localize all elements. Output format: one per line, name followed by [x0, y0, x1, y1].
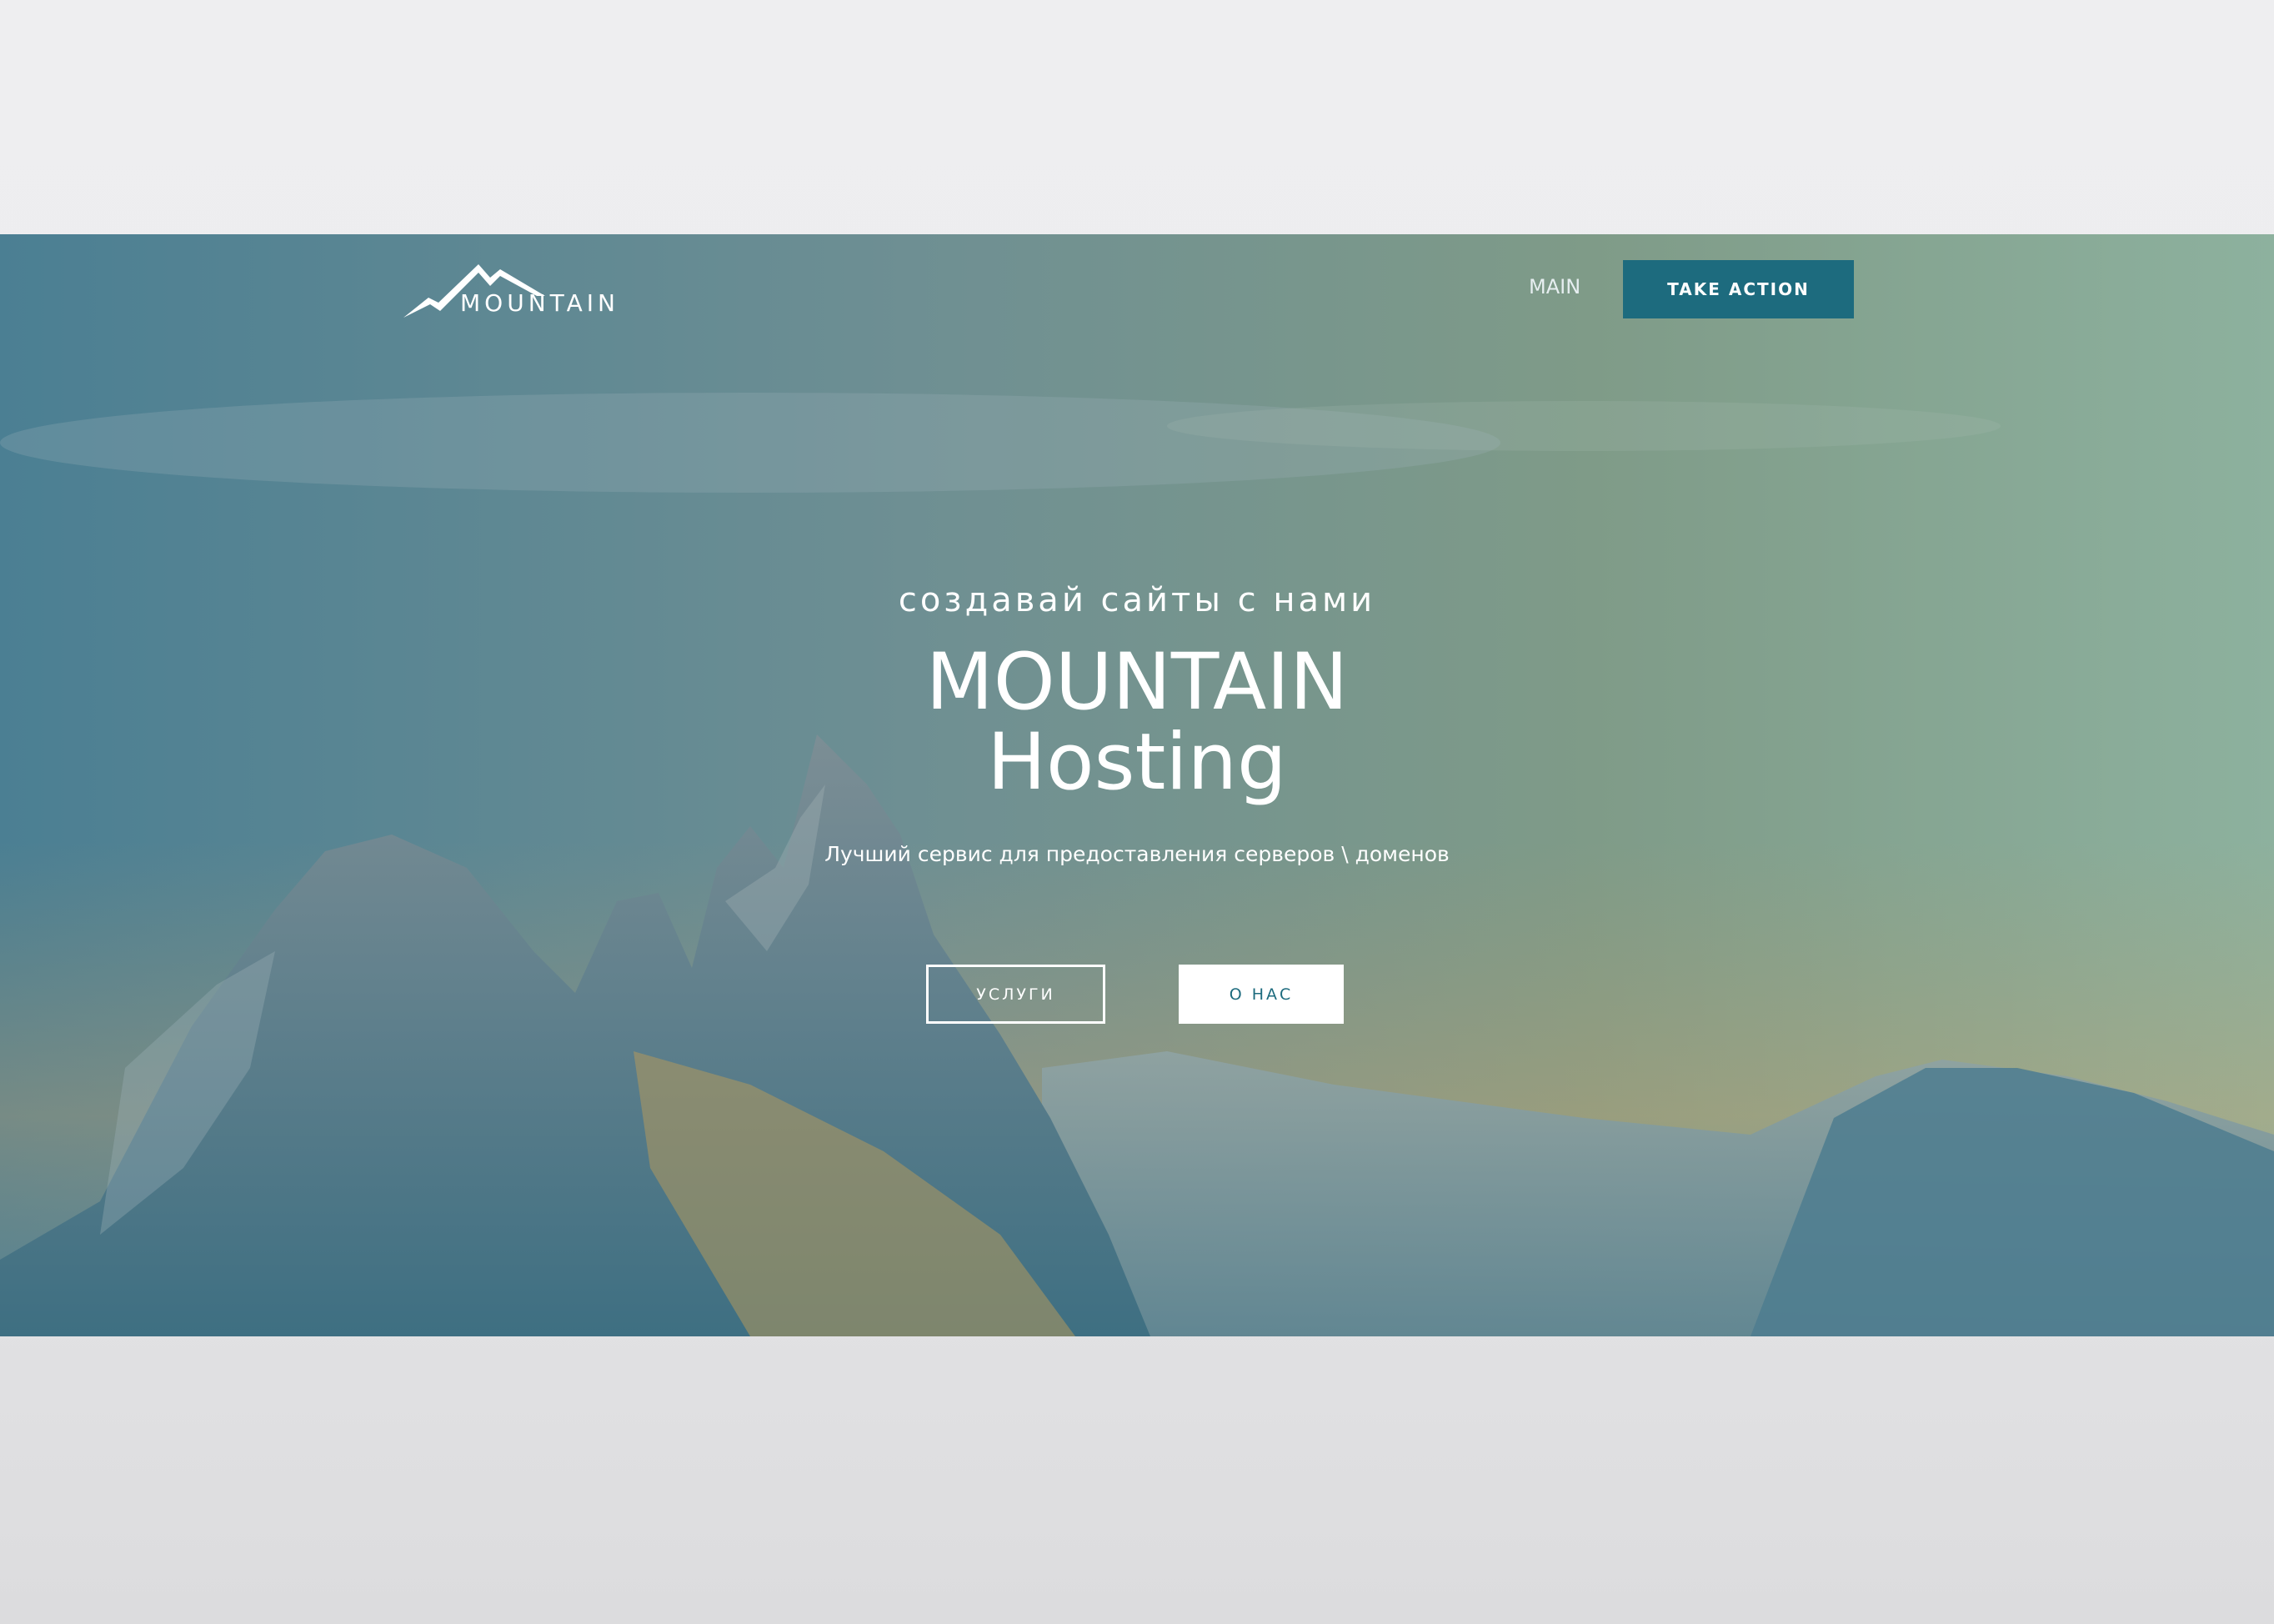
logo[interactable]: MOUNTAIN: [403, 261, 627, 319]
hero-subtitle: Лучший сервис для предоставления серверо…: [824, 842, 1450, 866]
nav-main-link[interactable]: MAIN: [1529, 274, 1580, 299]
take-action-button[interactable]: TAKE ACTION: [1623, 260, 1854, 318]
hero-title-line2: Hosting: [987, 717, 1287, 808]
hero-tagline: создавай сайты с нами: [898, 581, 1376, 619]
logo-text: MOUNTAIN: [460, 289, 619, 317]
hero-section: MOUNTAIN MAIN TAKE ACTION создавай сайты…: [0, 234, 2274, 1336]
hero-title-line1: MOUNTAIN: [925, 637, 1349, 728]
services-button[interactable]: УСЛУГИ: [926, 965, 1105, 1024]
about-us-button[interactable]: О НАС: [1179, 965, 1344, 1024]
